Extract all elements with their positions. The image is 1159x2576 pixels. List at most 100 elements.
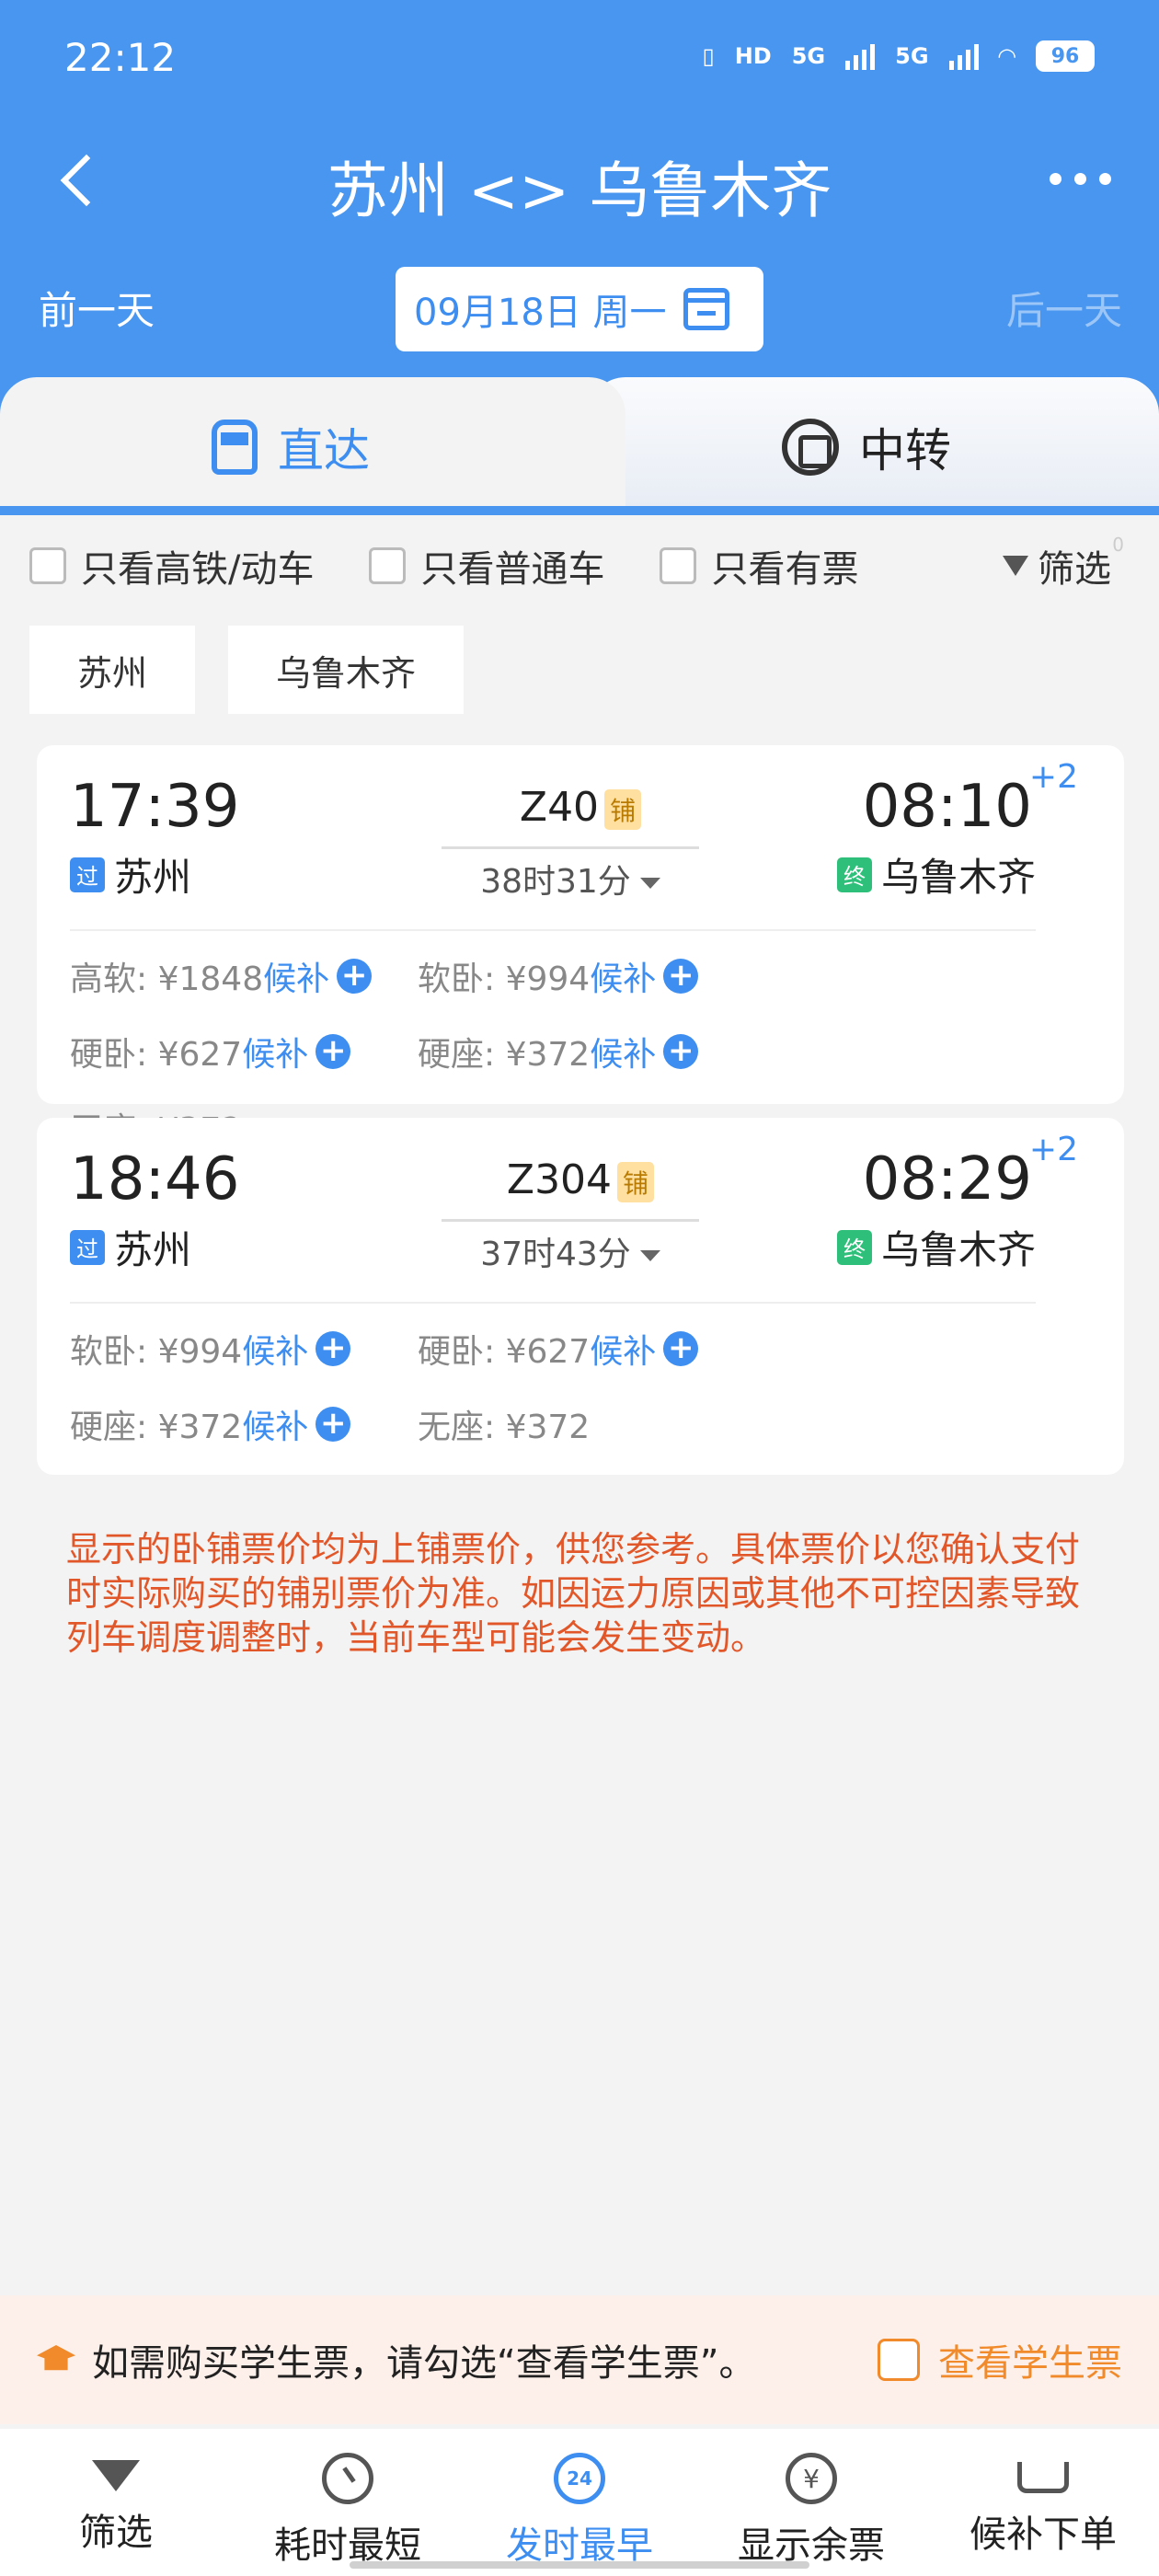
- status-bar: 22:12 ▯ HD 5G 5G ◠ 96: [0, 0, 1159, 120]
- calendar-icon: [683, 288, 729, 330]
- funnel-icon: [1003, 556, 1028, 576]
- fare-notice: 显示的卧铺票价均为上铺票价，供您参考。具体票价以您确认支付时实际购买的铺别票价为…: [66, 1529, 1081, 1658]
- tab-transfer[interactable]: 中转: [782, 414, 951, 480]
- from-station: 过 苏州: [70, 846, 191, 903]
- timer-icon: [322, 2453, 373, 2504]
- end-tag: 终: [836, 1229, 872, 1265]
- more-icon[interactable]: [1050, 173, 1111, 185]
- checkbox[interactable]: [878, 2339, 920, 2381]
- day-bar: 前一天 09月18日 周一 后一天: [0, 267, 1159, 351]
- tabs: 直达 中转: [0, 377, 1159, 506]
- nav-bar: 苏州 <> 乌鲁木齐: [0, 129, 1159, 230]
- date-picker[interactable]: 09月18日 周一: [396, 267, 763, 351]
- waitlist-link[interactable]: 候补: [590, 1028, 656, 1075]
- bottom-nav-label: 筛选: [79, 2512, 153, 2554]
- bottom-nav-earliest[interactable]: 24 发时最早: [464, 2429, 695, 2576]
- arrival-time: 08:10: [862, 773, 1032, 841]
- price-label: 无座: ¥372: [418, 1409, 591, 1446]
- plus-day-badge: +2: [1028, 758, 1078, 796]
- tab-direct[interactable]: 直达: [212, 414, 370, 480]
- station-chip-to[interactable]: 乌鲁木齐: [228, 626, 465, 714]
- filter-button[interactable]: 筛选 0: [1003, 534, 1124, 592]
- next-day-button[interactable]: 后一天: [1006, 280, 1122, 336]
- student-hint: 如需购买学生票，请勾选“查看学生票”。: [92, 2342, 756, 2385]
- status-time: 22:12: [64, 35, 177, 80]
- network-label-2: 5G: [895, 43, 929, 69]
- student-ticket-toggle[interactable]: 查看学生票: [878, 2333, 1122, 2386]
- hd-icon: HD: [734, 43, 772, 69]
- waitlist-link[interactable]: 候补: [590, 1325, 656, 1373]
- duration-toggle[interactable]: 37时43分: [442, 1219, 699, 1275]
- checkbox[interactable]: [369, 547, 407, 584]
- add-waitlist-icon[interactable]: +: [316, 1407, 351, 1442]
- funnel-icon: [92, 2460, 140, 2491]
- end-tag: 终: [836, 857, 872, 892]
- price-item: 硬卧: ¥627 候补 +: [418, 1325, 765, 1373]
- train-card[interactable]: 18:46 Z304 铺 08:29 +2 过 苏州 37时43分 终 乌鲁木齐 …: [37, 1118, 1124, 1475]
- train-number-text: Z40: [519, 784, 600, 831]
- filter-normal-label: 只看普通车: [420, 548, 605, 591]
- waitlist-link[interactable]: 候补: [590, 952, 656, 1000]
- add-waitlist-icon[interactable]: +: [337, 959, 373, 994]
- add-waitlist-icon[interactable]: +: [663, 1331, 699, 1366]
- duration-toggle[interactable]: 38时31分: [442, 846, 699, 903]
- sleeper-badge: 铺: [604, 789, 642, 830]
- checkbox[interactable]: [29, 547, 66, 584]
- add-waitlist-icon[interactable]: +: [663, 1034, 699, 1069]
- waitlist-link[interactable]: 候补: [242, 1325, 308, 1373]
- station-chip-from[interactable]: 苏州: [29, 626, 196, 714]
- bottom-nav-waitlist[interactable]: 候补下单: [927, 2429, 1159, 2576]
- price-label: 硬座: ¥372: [70, 1409, 243, 1446]
- filter-available[interactable]: 只看有票: [660, 539, 858, 592]
- transfer-icon: [782, 419, 839, 476]
- waitlist-link[interactable]: 候补: [242, 1028, 308, 1075]
- tab-transfer-label: 中转: [859, 424, 951, 477]
- home-indicator: [350, 2561, 809, 2569]
- clock-24-icon: 24: [554, 2453, 605, 2504]
- to-station-name: 乌鲁木齐: [880, 855, 1036, 900]
- bottom-nav-remaining[interactable]: ¥ 显示余票: [695, 2429, 927, 2576]
- bottom-nav-filter[interactable]: 筛选: [0, 2429, 232, 2576]
- price-item: 硬座: ¥372 候补 +: [418, 1028, 765, 1075]
- signal-icon-2: [948, 42, 979, 70]
- price-item: 无座: ¥372: [418, 1400, 765, 1448]
- waitlist-link[interactable]: 候补: [263, 952, 329, 1000]
- price-label: 硬座: ¥372: [418, 1036, 591, 1074]
- filter-normal[interactable]: 只看普通车: [369, 539, 604, 592]
- train-card[interactable]: 17:39 Z40 铺 08:10 +2 过 苏州 38时31分 终 乌鲁木齐 高…: [37, 745, 1124, 1149]
- battery-icon: 96: [1036, 40, 1095, 72]
- cart-icon: [1017, 2462, 1069, 2493]
- price-item: 硬卧: ¥627 候补 +: [70, 1028, 418, 1075]
- prev-day-button[interactable]: 前一天: [39, 280, 155, 336]
- price-item: 硬座: ¥372 候补 +: [70, 1400, 418, 1448]
- add-waitlist-icon[interactable]: +: [663, 959, 699, 994]
- graduation-cap-icon: [37, 2345, 75, 2371]
- waitlist-link[interactable]: 候补: [242, 1400, 308, 1448]
- to-station: 终 乌鲁木齐: [836, 1219, 1036, 1275]
- to-station-name: 乌鲁木齐: [880, 1227, 1036, 1272]
- checkbox[interactable]: [660, 547, 697, 584]
- plus-day-badge: +2: [1028, 1131, 1078, 1168]
- add-waitlist-icon[interactable]: +: [316, 1034, 351, 1069]
- bottom-nav: 筛选 耗时最短 24 发时最早 ¥ 显示余票 候补下单: [0, 2429, 1159, 2576]
- filter-high-speed[interactable]: 只看高铁/动车: [29, 539, 314, 592]
- bottom-nav-shortest[interactable]: 耗时最短: [232, 2429, 464, 2576]
- train-icon: [212, 420, 258, 475]
- station-chips: 苏州 乌鲁木齐: [29, 626, 465, 714]
- wifi-icon: ◠: [998, 43, 1016, 69]
- divider: [70, 929, 1036, 931]
- date-label: 09月18日 周一: [414, 292, 667, 334]
- add-waitlist-icon[interactable]: +: [316, 1331, 351, 1366]
- price-label: 软卧: ¥994: [70, 1333, 243, 1371]
- status-icons: ▯ HD 5G 5G ◠ 96: [702, 40, 1095, 72]
- student-ticket-bar: 如需购买学生票，请勾选“查看学生票”。 查看学生票: [0, 2295, 1159, 2424]
- price-item: 高软: ¥1848 候补 +: [70, 952, 418, 1000]
- network-label-1: 5G: [791, 43, 826, 69]
- page-title: 苏州 <> 乌鲁木齐: [327, 155, 832, 226]
- price-label: 高软: ¥1848: [70, 960, 264, 998]
- filter-available-label: 只看有票: [711, 548, 859, 591]
- price-item: 软卧: ¥994 候补 +: [418, 952, 765, 1000]
- bottom-nav-label: 候补下单: [970, 2513, 1117, 2556]
- from-station-name: 苏州: [114, 855, 192, 900]
- arrival-time: 08:29: [862, 1145, 1032, 1213]
